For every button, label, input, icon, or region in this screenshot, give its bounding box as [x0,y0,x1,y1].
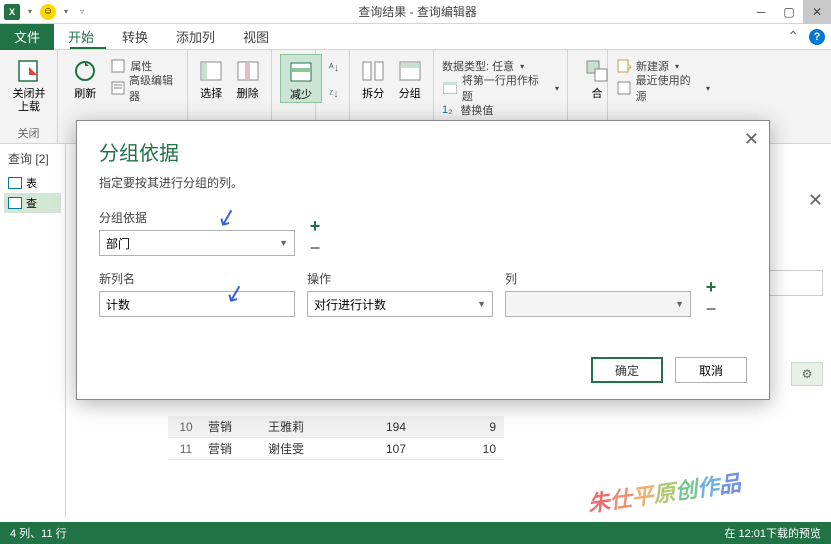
help-icon[interactable]: ? [809,29,825,45]
recent-button[interactable]: 最近使用的源▾ [616,78,710,98]
close-load-button[interactable]: 关闭并 上载 [8,54,50,114]
newcol-input[interactable] [99,291,295,317]
ribbon-tabs: 文件 开始 转换 添加列 视图 ⌃ ? [0,24,831,50]
qat-sep: ▿ [76,7,88,16]
dialog-description: 指定要按其进行分组的列。 [99,174,747,191]
newcol-label: 新列名 [99,270,295,287]
status-right: 在 12:01下载的预览 [724,525,821,541]
settings-input[interactable] [767,270,823,296]
dialog-close-icon[interactable]: ✕ [744,129,759,150]
tab-file[interactable]: 文件 [0,24,54,50]
query-panel: 查询 [2] 表 查 [0,144,66,518]
advanced-editor-button[interactable]: 高级编辑器 [110,78,179,98]
replace-button[interactable]: 1₂替换值 [442,100,559,120]
groupby-select[interactable]: 部门▼ [99,230,295,256]
groupby-dialog: ✕ 分组依据 指定要按其进行分组的列。 分组依据 部门▼ + − ↙ 新列名 操… [76,120,770,400]
collapse-ribbon-icon[interactable]: ⌃ [787,28,799,45]
operation-label: 操作 [307,270,493,287]
add-agg-button[interactable]: + [703,279,719,295]
qat-dropdown2-icon[interactable]: ▾ [60,7,72,16]
settings-close-icon[interactable]: ✕ [808,190,823,211]
column-select[interactable]: ▼ [505,291,691,317]
tab-transform[interactable]: 转换 [108,24,162,50]
operation-select[interactable]: 对行进行计数▼ [307,291,493,317]
maximize-button[interactable]: ▢ [775,0,803,24]
query-item-table[interactable]: 表 [4,173,61,193]
statusbar: 4 列、11 行 在 12:01下载的预览 [0,522,831,544]
cancel-button[interactable]: 取消 [675,357,747,383]
remove-group-button[interactable]: − [307,240,323,256]
status-left: 4 列、11 行 [10,525,67,541]
qat-dropdown-icon[interactable]: ▾ [24,7,36,16]
sort-asc-icon[interactable]: ᴬ↓ [324,56,344,80]
table-row[interactable]: 10营销王雅莉1949 [168,416,504,438]
sort-desc-icon[interactable]: ᶻ↓ [324,82,344,106]
smiley-icon[interactable]: ☺ [40,4,56,20]
excel-icon: X [4,4,20,20]
window-title: 查询结果 - 查询编辑器 [88,3,747,20]
firstrow-header-button[interactable]: 将第一行用作标题▾ [442,78,559,98]
table-row[interactable]: 11营销谢佳雯10710 [168,438,504,460]
close-button[interactable]: ✕ [803,0,831,24]
svg-text:✳: ✳ [627,63,631,73]
tab-addcolumn[interactable]: 添加列 [162,24,229,50]
groupby-label: 分组依据 [99,209,295,226]
query-item-query[interactable]: 查 [4,193,61,213]
remove-agg-button[interactable]: − [703,301,719,317]
query-panel-title: 查询 [2] [4,150,61,167]
minimize-button[interactable]: ─ [747,0,775,24]
dialog-title: 分组依据 [99,137,747,166]
tab-view[interactable]: 视图 [229,24,283,50]
ok-button[interactable]: 确定 [591,357,663,383]
add-group-button[interactable]: + [307,218,323,234]
column-label: 列 [505,270,691,287]
settings-gear-icon[interactable]: ⚙ [791,362,823,386]
tab-home[interactable]: 开始 [54,24,108,50]
titlebar: X ▾ ☺ ▾ ▿ 查询结果 - 查询编辑器 ─ ▢ ✕ [0,0,831,24]
